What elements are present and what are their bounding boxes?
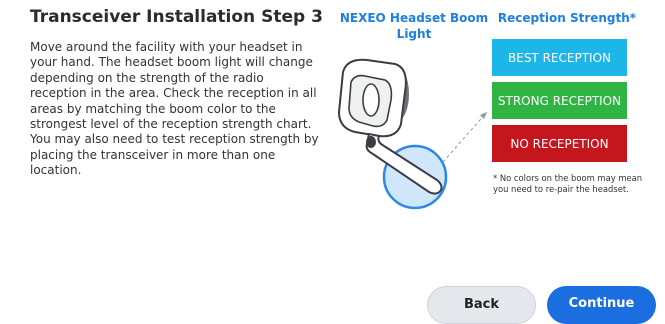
pointer-arrow [442,111,488,163]
reception-footnote: * No colors on the boom may mean you nee… [493,173,643,194]
best-reception-band: BEST RECEPTION [492,39,627,76]
reception-strength-heading: Reception Strength* [497,11,637,25]
continue-button[interactable]: Continue [547,286,656,324]
no-reception-band: NO RECEPETION [492,125,627,162]
headset-illustration [337,58,488,210]
page-title: Transceiver Installation Step 3 [30,7,323,27]
boom-light-heading: NEXEO Headset Boom Light [339,11,489,41]
back-button[interactable]: Back [427,286,536,324]
instructions-text: Move around the facility with your heads… [30,40,319,178]
strong-reception-band: STRONG RECEPTION [492,82,627,119]
